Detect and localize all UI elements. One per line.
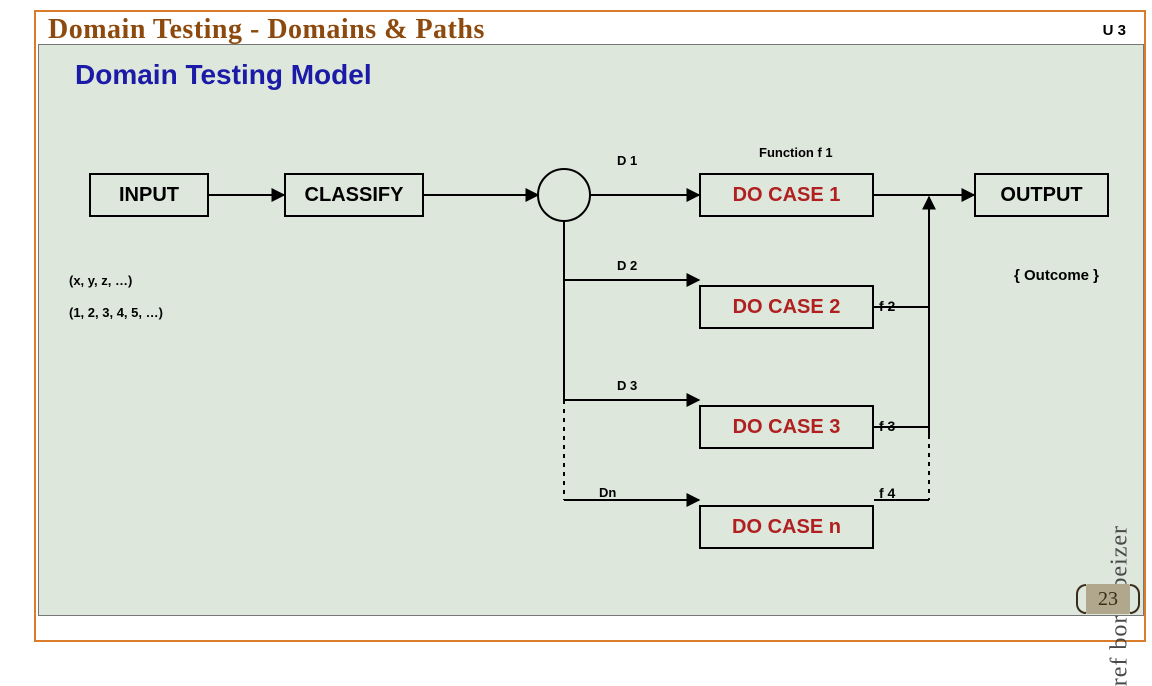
content-panel: Domain Testing Model [38,44,1144,616]
casen-box: DO CASE n [699,505,874,549]
d1-label: D 1 [617,153,637,168]
case1-box: DO CASE 1 [699,173,874,217]
dn-label: Dn [599,485,616,500]
f3-label: f 3 [879,418,895,434]
output-box: OUTPUT [974,173,1109,217]
header-title: Domain Testing - Domains & Paths [48,14,485,46]
unit-label: U 3 [1103,22,1126,39]
f2-label: f 2 [879,298,895,314]
outcome-label: { Outcome } [1014,267,1099,284]
classify-box: CLASSIFY [284,173,424,217]
case3-box: DO CASE 3 [699,405,874,449]
d3-label: D 3 [617,378,637,393]
page-number: 23 [1086,584,1130,614]
f4-label: f 4 [879,485,895,501]
case2-box: DO CASE 2 [699,285,874,329]
input-box: INPUT [89,173,209,217]
input-example-2: (1, 2, 3, 4, 5, …) [69,305,163,320]
d2-label: D 2 [617,258,637,273]
slide: Domain Testing - Domains & Paths U 3 Dom… [0,0,1152,648]
diagram-connectors [39,45,1145,617]
input-example-1: (x, y, z, …) [69,273,132,288]
function-f1-label: Function f 1 [759,145,833,160]
